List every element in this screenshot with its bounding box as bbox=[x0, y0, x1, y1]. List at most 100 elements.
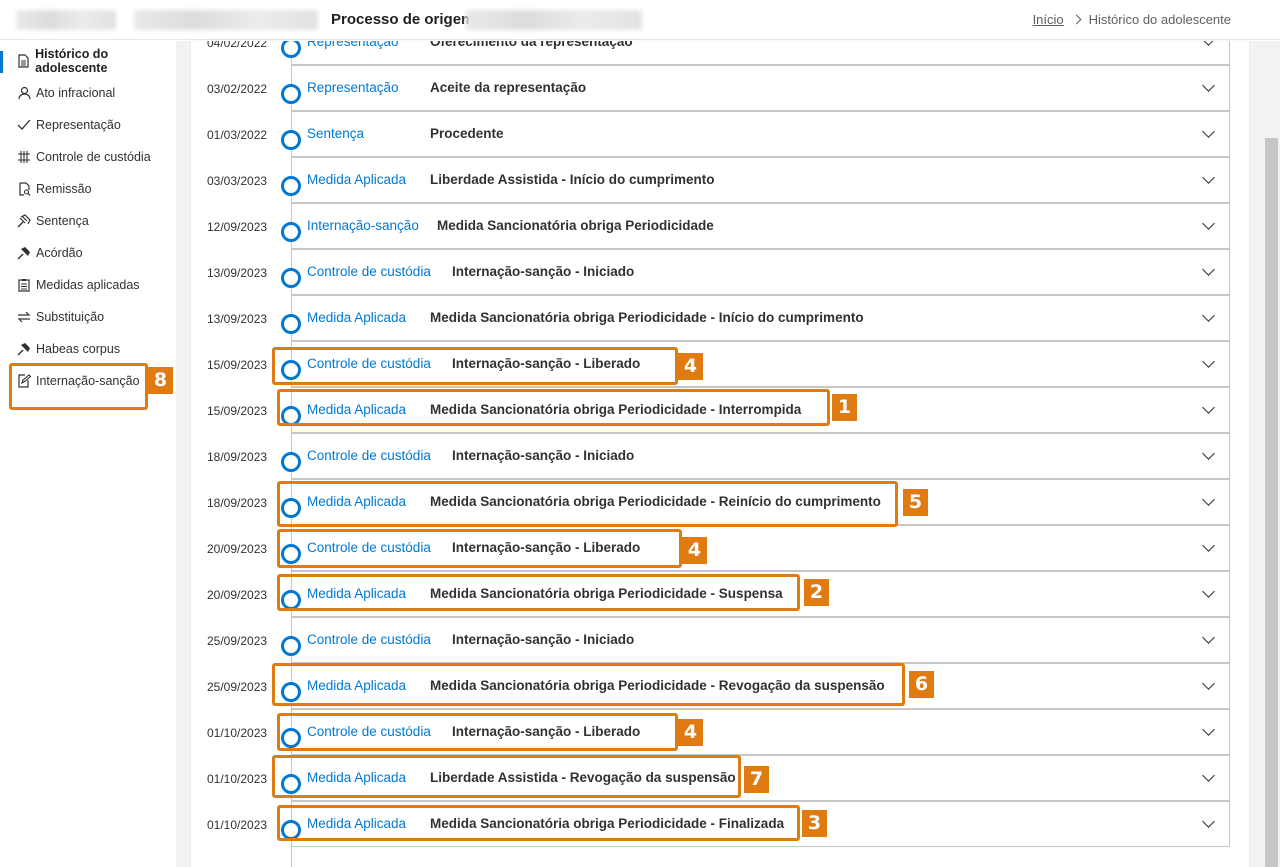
timeline-row: 03/03/2023 Medida Aplicada Liberdade Ass… bbox=[191, 157, 1249, 203]
timeline-row: 01/10/2023 Controle de custódia Internaç… bbox=[191, 709, 1249, 755]
chevron-down-icon[interactable] bbox=[1202, 539, 1215, 552]
chevron-down-icon[interactable] bbox=[1202, 631, 1215, 644]
timeline-dot bbox=[281, 360, 301, 380]
event-description: Medida Sancionatória obriga Periodicidad… bbox=[430, 310, 864, 325]
chevron-down-icon[interactable] bbox=[1202, 585, 1215, 598]
chevron-down-icon[interactable] bbox=[1202, 447, 1215, 460]
event-card[interactable]: Representação Aceite da representação bbox=[291, 65, 1230, 111]
sidebar-item-label: Acórdão bbox=[36, 246, 83, 260]
event-description: Medida Sancionatória obriga Periodicidad… bbox=[430, 816, 785, 831]
chevron-down-icon[interactable] bbox=[1202, 217, 1215, 230]
event-type: Medida Aplicada bbox=[307, 402, 407, 417]
event-card[interactable]: Controle de custódia Internação-sanção -… bbox=[291, 249, 1230, 295]
event-type: Medida Aplicada bbox=[307, 172, 407, 187]
chevron-down-icon[interactable] bbox=[1202, 493, 1215, 506]
sidebar-item-habeas-corpus[interactable]: Habeas corpus bbox=[0, 333, 176, 365]
event-card[interactable]: Internação-sanção Medida Sancionatória o… bbox=[291, 203, 1230, 249]
sidebar-item-acordao[interactable]: Acórdão bbox=[0, 237, 176, 269]
sidebar-item-label: Internação-sanção bbox=[36, 374, 140, 388]
event-type: Medida Aplicada bbox=[307, 816, 407, 831]
sidebar-item-historico[interactable]: Histórico do adolescente bbox=[0, 45, 176, 77]
chevron-down-icon[interactable] bbox=[1202, 41, 1215, 46]
chevron-down-icon[interactable] bbox=[1202, 355, 1215, 368]
scrollbar-thumb[interactable] bbox=[1265, 138, 1278, 867]
event-card[interactable]: Medida Aplicada Medida Sancionatória obr… bbox=[291, 387, 1230, 433]
event-card[interactable]: Medida Aplicada Medida Sancionatória obr… bbox=[291, 479, 1230, 525]
event-card[interactable]: Medida Aplicada Medida Sancionatória obr… bbox=[291, 295, 1230, 341]
event-type: Controle de custódia bbox=[307, 264, 431, 279]
event-type: Controle de custódia bbox=[307, 448, 431, 463]
timeline-row: 04/02/2022 Representação Oferecimento da… bbox=[191, 41, 1249, 65]
timeline-row: 18/09/2023 Controle de custódia Internaç… bbox=[191, 433, 1249, 479]
event-type: Medida Aplicada bbox=[307, 310, 407, 325]
timeline-dot bbox=[281, 222, 301, 242]
chevron-down-icon[interactable] bbox=[1202, 171, 1215, 184]
timeline-dot bbox=[281, 774, 301, 794]
timeline-dot bbox=[281, 84, 301, 104]
process-origin-label: Processo de origem: bbox=[331, 11, 480, 28]
event-description: Medida Sancionatória obriga Periodicidad… bbox=[430, 402, 802, 417]
breadcrumb: Início Histórico do adolescente bbox=[1033, 12, 1231, 27]
event-date: 01/10/2023 bbox=[207, 772, 268, 786]
event-card[interactable]: Controle de custódia Internação-sanção -… bbox=[291, 617, 1230, 663]
chevron-down-icon[interactable] bbox=[1202, 815, 1215, 828]
sidebar-item-ato-infracional[interactable]: Ato infracional bbox=[0, 77, 176, 109]
redacted-field bbox=[134, 10, 318, 30]
event-date: 13/09/2023 bbox=[207, 266, 268, 280]
timeline-dot bbox=[281, 820, 301, 840]
chevron-down-icon[interactable] bbox=[1202, 79, 1215, 92]
event-date: 18/09/2023 bbox=[207, 450, 268, 464]
chevron-down-icon[interactable] bbox=[1202, 125, 1215, 138]
timeline-dot bbox=[281, 268, 301, 288]
timeline-row: 13/09/2023 Medida Aplicada Medida Sancio… bbox=[191, 295, 1249, 341]
sidebar-item-substituicao[interactable]: Substituição bbox=[0, 301, 176, 333]
annotation-badge: 2 bbox=[804, 579, 829, 606]
event-card[interactable]: Medida Aplicada Liberdade Assistida - In… bbox=[291, 157, 1230, 203]
event-type: Representação bbox=[307, 41, 399, 49]
chevron-down-icon[interactable] bbox=[1202, 769, 1215, 782]
sidebar-item-label: Habeas corpus bbox=[36, 342, 121, 356]
timeline-dot bbox=[281, 544, 301, 564]
sidebar-item-sentenca[interactable]: Sentença bbox=[0, 205, 176, 237]
sidebar-item-label: Sentença bbox=[36, 214, 89, 228]
event-card[interactable]: Controle de custódia Internação-sanção -… bbox=[291, 709, 1230, 755]
event-description: Medida Sancionatória obriga Periodicidad… bbox=[430, 494, 881, 509]
timeline-dot bbox=[281, 728, 301, 748]
event-card[interactable]: Controle de custódia Internação-sanção -… bbox=[291, 525, 1230, 571]
event-card[interactable]: Medida Aplicada Medida Sancionatória obr… bbox=[291, 801, 1230, 847]
gavel-icon bbox=[16, 213, 32, 229]
sidebar-item-label: Representação bbox=[36, 118, 121, 132]
timeline-dot bbox=[281, 590, 301, 610]
annotation-badge: 4 bbox=[678, 353, 703, 380]
chevron-down-icon[interactable] bbox=[1202, 723, 1215, 736]
event-card[interactable]: Medida Aplicada Medida Sancionatória obr… bbox=[291, 663, 1230, 709]
event-date: 15/09/2023 bbox=[207, 358, 268, 372]
event-card[interactable]: Sentença Procedente bbox=[291, 111, 1230, 157]
chevron-down-icon[interactable] bbox=[1202, 309, 1215, 322]
chevron-down-icon[interactable] bbox=[1202, 401, 1215, 414]
event-description: Internação-sanção - Liberado bbox=[452, 356, 641, 371]
timeline-dot bbox=[281, 406, 301, 426]
sidebar-item-medidas-aplicadas[interactable]: Medidas aplicadas bbox=[0, 269, 176, 301]
event-description: Liberdade Assistida - Início do cumprime… bbox=[430, 172, 715, 187]
annotation-badge: 4 bbox=[682, 537, 707, 564]
sidebar: Histórico do adolescente Ato infracional… bbox=[0, 41, 176, 867]
event-card[interactable]: Controle de custódia Internação-sanção -… bbox=[291, 341, 1230, 387]
timeline-row: 25/09/2023 Controle de custódia Internaç… bbox=[191, 617, 1249, 663]
event-description: Medida Sancionatória obriga Periodicidad… bbox=[430, 586, 783, 601]
timeline-dot bbox=[281, 636, 301, 656]
event-card[interactable]: Representação Oferecimento da representa… bbox=[291, 41, 1230, 65]
event-date: 03/03/2023 bbox=[207, 174, 268, 188]
event-card[interactable]: Medida Aplicada Medida Sancionatória obr… bbox=[291, 571, 1230, 617]
chevron-down-icon[interactable] bbox=[1202, 263, 1215, 276]
event-type: Controle de custódia bbox=[307, 632, 431, 647]
gavel-icon bbox=[16, 245, 32, 261]
event-type: Controle de custódia bbox=[307, 724, 431, 739]
breadcrumb-home-link[interactable]: Início bbox=[1033, 12, 1064, 27]
sidebar-item-representacao[interactable]: Representação bbox=[0, 109, 176, 141]
sidebar-item-controle-custodia[interactable]: Controle de custódia bbox=[0, 141, 176, 173]
chevron-down-icon[interactable] bbox=[1202, 677, 1215, 690]
event-card[interactable]: Controle de custódia Internação-sanção -… bbox=[291, 433, 1230, 479]
timeline-row: 20/09/2023 Controle de custódia Internaç… bbox=[191, 525, 1249, 571]
sidebar-item-remissao[interactable]: Remissão bbox=[0, 173, 176, 205]
